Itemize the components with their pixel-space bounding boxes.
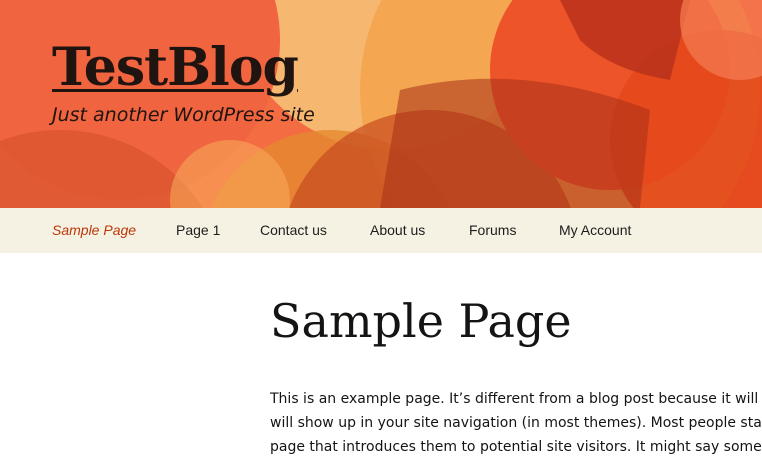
nav-item-page-1[interactable]: Page 1	[176, 208, 220, 253]
page-content: This is an example page. It’s different …	[270, 387, 762, 459]
site-description: Just another WordPress site	[52, 104, 315, 126]
nav-menu: Sample Page Page 1 Contact us About us F…	[0, 208, 762, 253]
content-line: page that introduces them to potential s…	[270, 439, 762, 455]
site-title[interactable]: TestBlog	[52, 38, 315, 98]
nav-item-contact-us[interactable]: Contact us	[260, 208, 327, 253]
main-content: Sample Page This is an example page. It’…	[270, 253, 762, 476]
nav-item-sample-page[interactable]: Sample Page	[52, 208, 136, 253]
content-line: will show up in your site navigation (in…	[270, 415, 762, 431]
nav-item-my-account[interactable]: My Account	[559, 208, 631, 253]
main-navigation: Sample Page Page 1 Contact us About us F…	[0, 208, 762, 253]
site-header: TestBlog Just another WordPress site	[0, 0, 762, 208]
page-title: Sample Page	[270, 294, 572, 348]
nav-item-forums[interactable]: Forums	[469, 208, 516, 253]
content-line: This is an example page. It’s different …	[270, 391, 762, 407]
site-branding: TestBlog Just another WordPress site	[52, 38, 315, 127]
nav-item-about-us[interactable]: About us	[370, 208, 425, 253]
